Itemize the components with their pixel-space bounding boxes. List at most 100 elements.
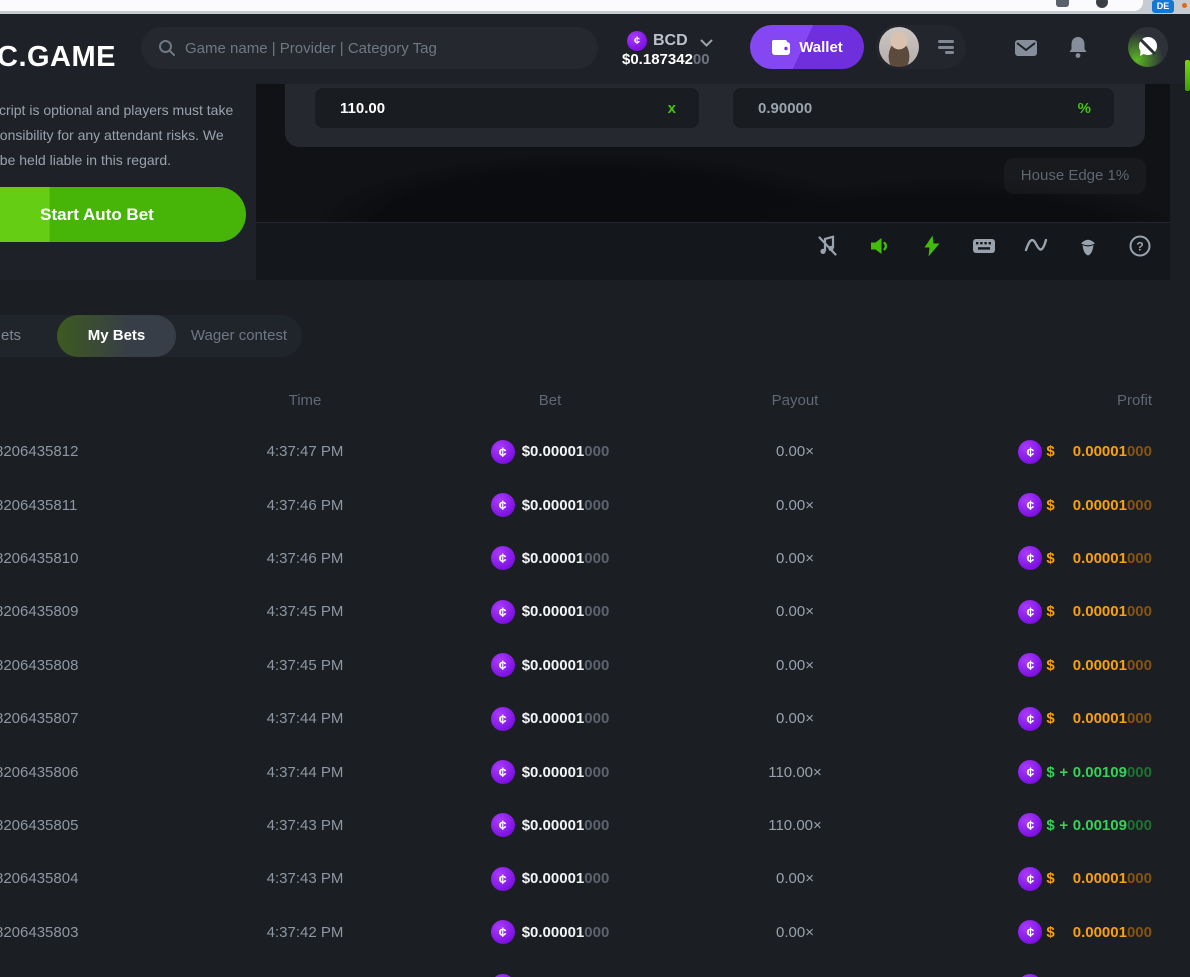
browser-notification-dot xyxy=(1182,3,1187,8)
bet-profit: ¢ $0.00001000 xyxy=(930,493,1152,517)
search-bar[interactable] xyxy=(141,27,598,69)
fairness-seed-icon[interactable] xyxy=(1076,234,1100,258)
bet-profit: ¢ $0.00001000 xyxy=(930,707,1152,731)
top-navbar: C.GAME ¢ BCD $0.18734200 Wallet xyxy=(0,11,1190,84)
house-edge-badge: House Edge 1% xyxy=(1004,158,1146,194)
bcd-coin-icon: ¢ xyxy=(1018,493,1042,517)
site-logo[interactable]: C.GAME xyxy=(0,41,116,74)
tab-wager-contest[interactable]: Wager contest xyxy=(186,315,292,357)
bcd-coin-icon: ¢ xyxy=(491,653,515,677)
table-row[interactable]: 8206435805 4:37:43 PM ¢ $0.00001000 110.… xyxy=(0,799,1190,852)
bet-id: 8206435805 xyxy=(0,817,170,834)
bet-id: 8206435804 xyxy=(0,870,170,887)
bet-id: 8206435811 xyxy=(0,497,170,514)
bet-payout: 0.00× xyxy=(660,870,930,887)
bcd-coin-icon: ¢ xyxy=(491,813,515,837)
mail-icon[interactable] xyxy=(1014,39,1038,57)
bet-amount: ¢ $0.00001000 xyxy=(440,974,660,977)
col-bet: Bet xyxy=(440,392,660,409)
page: DE C.GAME ¢ BCD $0.18734200 Wallet xyxy=(0,0,1190,977)
menu-icon[interactable] xyxy=(937,40,954,54)
multiplier-suffix: x xyxy=(668,100,676,117)
browser-icon-fragment xyxy=(1056,0,1069,7)
table-row[interactable]: 8206435804 4:37:43 PM ¢ $0.00001000 0.00… xyxy=(0,852,1190,905)
bet-time: 4:37:42 PM xyxy=(170,924,440,941)
bcd-coin-icon: ¢ xyxy=(1018,813,1042,837)
bcd-coin-icon: ¢ xyxy=(491,493,515,517)
tab-all-bets[interactable]: ets xyxy=(1,315,21,357)
col-payout: Payout xyxy=(660,392,930,409)
chevron-down-icon[interactable] xyxy=(700,39,713,48)
bet-payout: 0.00× xyxy=(660,924,930,941)
win-chance-field[interactable]: 0.90000 % xyxy=(733,88,1114,128)
bet-id: 8206435810 xyxy=(0,550,170,567)
bet-profit: ¢ $0.00001000 xyxy=(930,546,1152,570)
chat-support-button[interactable] xyxy=(1128,27,1168,67)
payout-field[interactable]: 110.00 x xyxy=(315,88,699,128)
hotkeys-keyboard-icon[interactable] xyxy=(972,234,996,258)
chat-muted-icon xyxy=(1136,35,1160,59)
search-input[interactable] xyxy=(185,40,598,57)
bet-inputs-panel: 110.00 x 0.90000 % xyxy=(285,84,1145,147)
game-canvas: 110.00 x 0.90000 % House Edge 1% xyxy=(256,84,1170,280)
col-profit: Profit xyxy=(930,392,1152,409)
my-bets-table: Time Bet Payout Profit 8206435812 4:37:4… xyxy=(0,375,1190,977)
table-row[interactable]: 8206435802 4:37:42 PM ¢ $0.00001000 0.00… xyxy=(0,959,1190,977)
bet-payout: 0.00× xyxy=(660,550,930,567)
browser-chrome-strip: DE xyxy=(0,0,1190,14)
bcd-coin-icon: ¢ xyxy=(491,600,515,624)
bet-amount: ¢ $0.00001000 xyxy=(440,707,660,731)
browser-extension-badge[interactable]: DE xyxy=(1152,0,1174,13)
win-chance-value[interactable]: 0.90000 xyxy=(758,100,812,117)
bet-amount: ¢ $0.00001000 xyxy=(440,600,660,624)
bet-profit: ¢ $0.00001000 xyxy=(930,600,1152,624)
bcd-coin-icon: ¢ xyxy=(1018,974,1042,977)
help-icon[interactable]: ? xyxy=(1128,234,1152,258)
bet-amount: ¢ $0.00001000 xyxy=(440,440,660,464)
table-row[interactable]: 8206435809 4:37:45 PM ¢ $0.00001000 0.00… xyxy=(0,585,1190,638)
table-row[interactable]: 8206435803 4:37:42 PM ¢ $0.00001000 0.00… xyxy=(0,906,1190,959)
bet-id: 8206435808 xyxy=(0,657,170,674)
bet-payout: 0.00× xyxy=(660,603,930,620)
trends-chart-icon[interactable] xyxy=(1024,234,1048,258)
bet-id: 8206435803 xyxy=(0,924,170,941)
table-body: 8206435812 4:37:47 PM ¢ $0.00001000 0.00… xyxy=(0,425,1190,977)
scrollbar-thumb[interactable] xyxy=(1185,60,1190,91)
bet-profit: ¢ $0.00001000 xyxy=(930,867,1152,891)
tab-my-bets[interactable]: My Bets xyxy=(57,315,176,357)
bet-amount: ¢ $0.00001000 xyxy=(440,867,660,891)
bet-amount: ¢ $0.00001000 xyxy=(440,653,660,677)
table-row[interactable]: 8206435807 4:37:44 PM ¢ $0.00001000 0.00… xyxy=(0,692,1190,745)
bcd-coin-icon: ¢ xyxy=(1018,600,1042,624)
profile-pill[interactable] xyxy=(876,25,966,69)
bet-amount: ¢ $0.00001000 xyxy=(440,546,660,570)
percent-suffix: % xyxy=(1078,100,1091,117)
table-row[interactable]: 8206435808 4:37:45 PM ¢ $0.00001000 0.00… xyxy=(0,639,1190,692)
payout-value[interactable]: 110.00 xyxy=(340,100,385,117)
wallet-icon xyxy=(771,38,791,56)
bet-profit: ¢ $0.00001000 xyxy=(930,920,1152,944)
sound-on-icon[interactable] xyxy=(868,234,892,258)
bet-id: 8206435809 xyxy=(0,603,170,620)
bell-icon[interactable] xyxy=(1068,36,1088,59)
bet-profit: ¢ $0.00001000 xyxy=(930,974,1152,977)
currency-code[interactable]: BCD xyxy=(653,32,688,50)
avatar[interactable] xyxy=(879,27,919,67)
table-row[interactable]: 8206435810 4:37:46 PM ¢ $0.00001000 0.00… xyxy=(0,532,1190,585)
wallet-button[interactable]: Wallet xyxy=(750,25,864,69)
bet-time: 4:37:45 PM xyxy=(170,603,440,620)
turbo-bolt-icon[interactable] xyxy=(920,234,944,258)
table-row[interactable]: 8206435811 4:37:46 PM ¢ $0.00001000 0.00… xyxy=(0,478,1190,531)
start-auto-bet-button[interactable]: Start Auto Bet xyxy=(0,187,246,242)
music-off-icon[interactable] xyxy=(816,234,840,258)
bet-time: 4:37:46 PM xyxy=(170,497,440,514)
table-row[interactable]: 8206435812 4:37:47 PM ¢ $0.00001000 0.00… xyxy=(0,425,1190,478)
bet-payout: 0.00× xyxy=(660,497,930,514)
bet-time: 4:37:43 PM xyxy=(170,817,440,834)
bcd-coin-icon: ¢ xyxy=(491,707,515,731)
bcd-coin-icon: ¢ xyxy=(1018,760,1042,784)
table-row[interactable]: 8206435806 4:37:44 PM ¢ $0.00001000 110.… xyxy=(0,745,1190,798)
browser-toolbar-fragment xyxy=(0,0,1143,11)
wallet-balance: $0.18734200 xyxy=(622,51,710,68)
bcd-coin-icon: ¢ xyxy=(491,920,515,944)
